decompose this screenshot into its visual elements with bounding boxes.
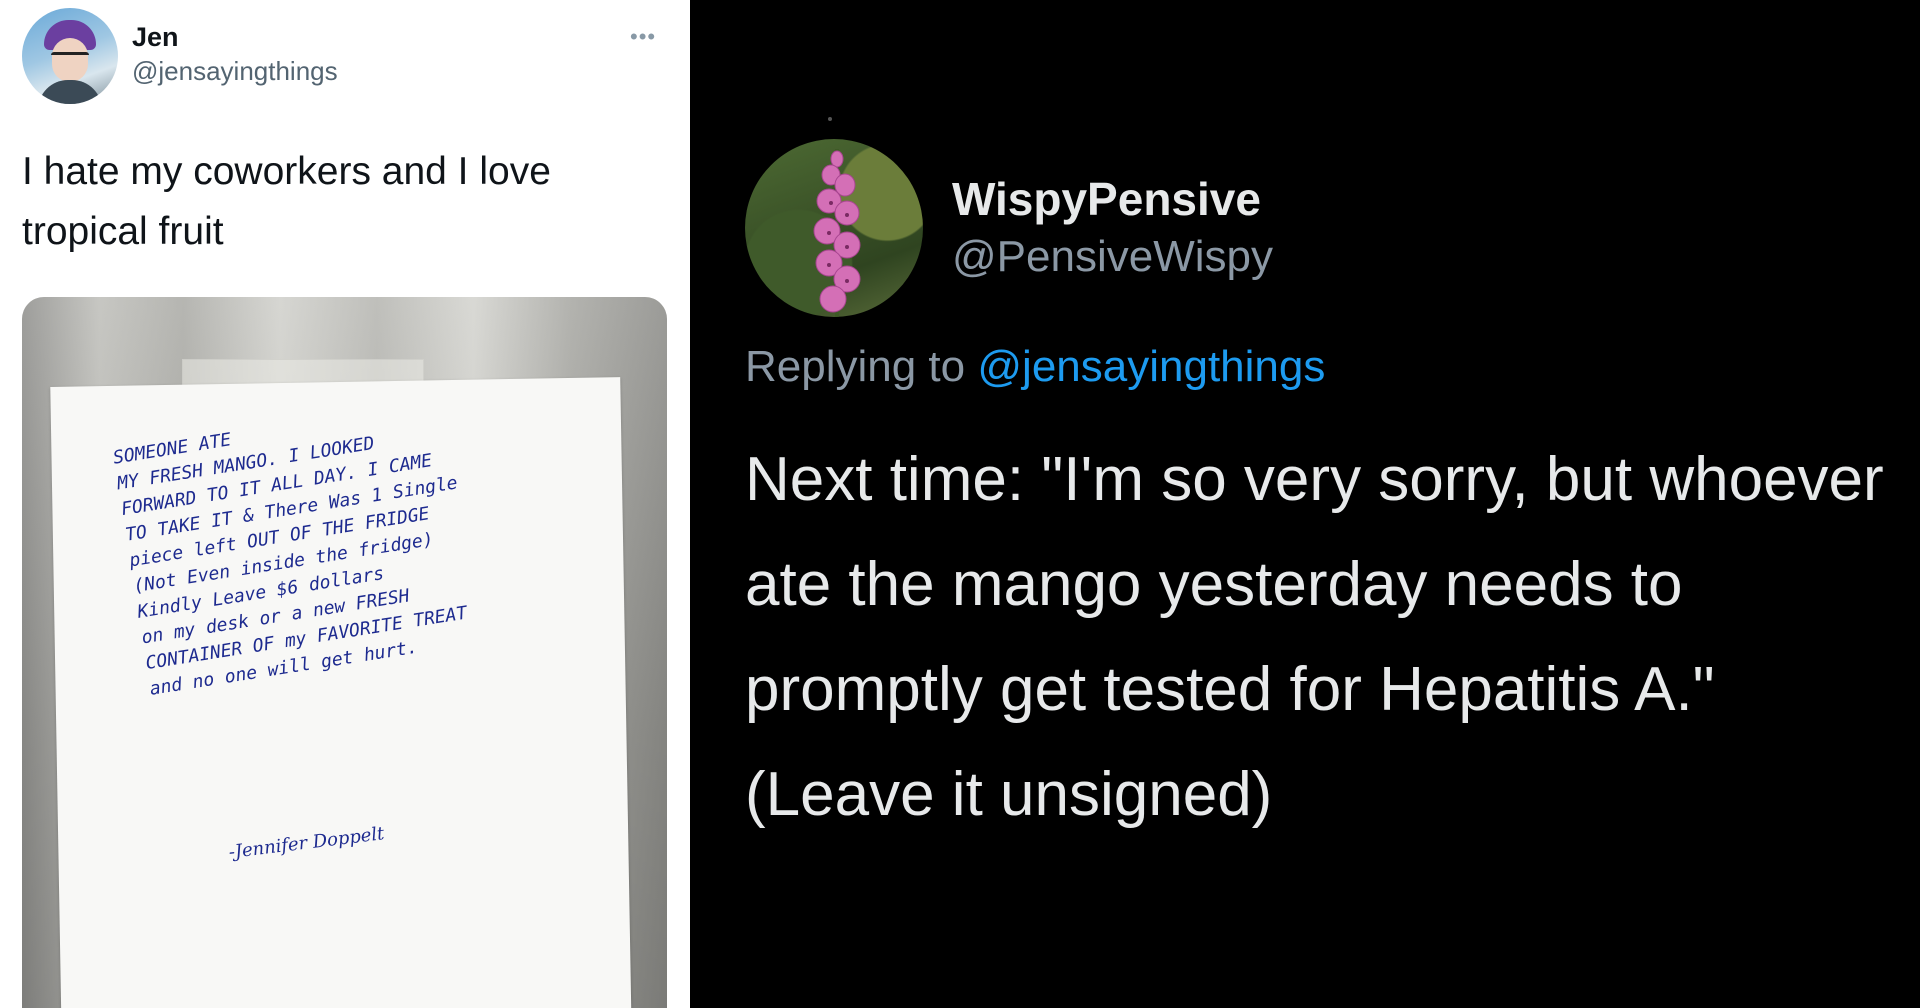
thread-dot bbox=[828, 117, 832, 121]
reply-mention-link[interactable]: @jensayingthings bbox=[977, 342, 1325, 391]
replying-prefix: Replying to bbox=[745, 342, 966, 391]
wispy-avatar[interactable] bbox=[745, 139, 923, 317]
avatar-shirt bbox=[38, 80, 102, 104]
tweet-text: I hate my coworkers and I love tropical … bbox=[22, 150, 551, 253]
foxglove-flower-icon bbox=[813, 149, 861, 317]
reply-tweet-text: Next time: "I'm so very sorry, but whoev… bbox=[745, 445, 1884, 829]
author-name[interactable]: Jen bbox=[132, 22, 179, 53]
more-horizontal-icon[interactable]: ••• bbox=[630, 24, 656, 50]
author-handle[interactable]: @jensayingthings bbox=[132, 56, 338, 87]
handwritten-note: SOMEONE ATE MY FRESH MANGO. I LOOKED FOR… bbox=[50, 377, 632, 1008]
replying-to-line: Replying to @jensayingthings bbox=[745, 342, 1325, 392]
author-name[interactable]: WispyPensive bbox=[952, 172, 1261, 226]
avatar-glasses bbox=[51, 52, 89, 65]
note-signature: -Jennifer Doppelt bbox=[227, 823, 386, 864]
tweet-photo[interactable]: SOMEONE ATE MY FRESH MANGO. I LOOKED FOR… bbox=[22, 297, 667, 1008]
jen-avatar[interactable] bbox=[22, 8, 118, 104]
left-tweet-panel: Jen @jensayingthings ••• I hate my cowor… bbox=[0, 0, 690, 1008]
author-handle[interactable]: @PensiveWispy bbox=[952, 232, 1273, 282]
note-body: SOMEONE ATE MY FRESH MANGO. I LOOKED FOR… bbox=[111, 429, 469, 700]
right-tweet-panel: WispyPensive @PensiveWispy Replying to @… bbox=[690, 117, 1920, 1008]
